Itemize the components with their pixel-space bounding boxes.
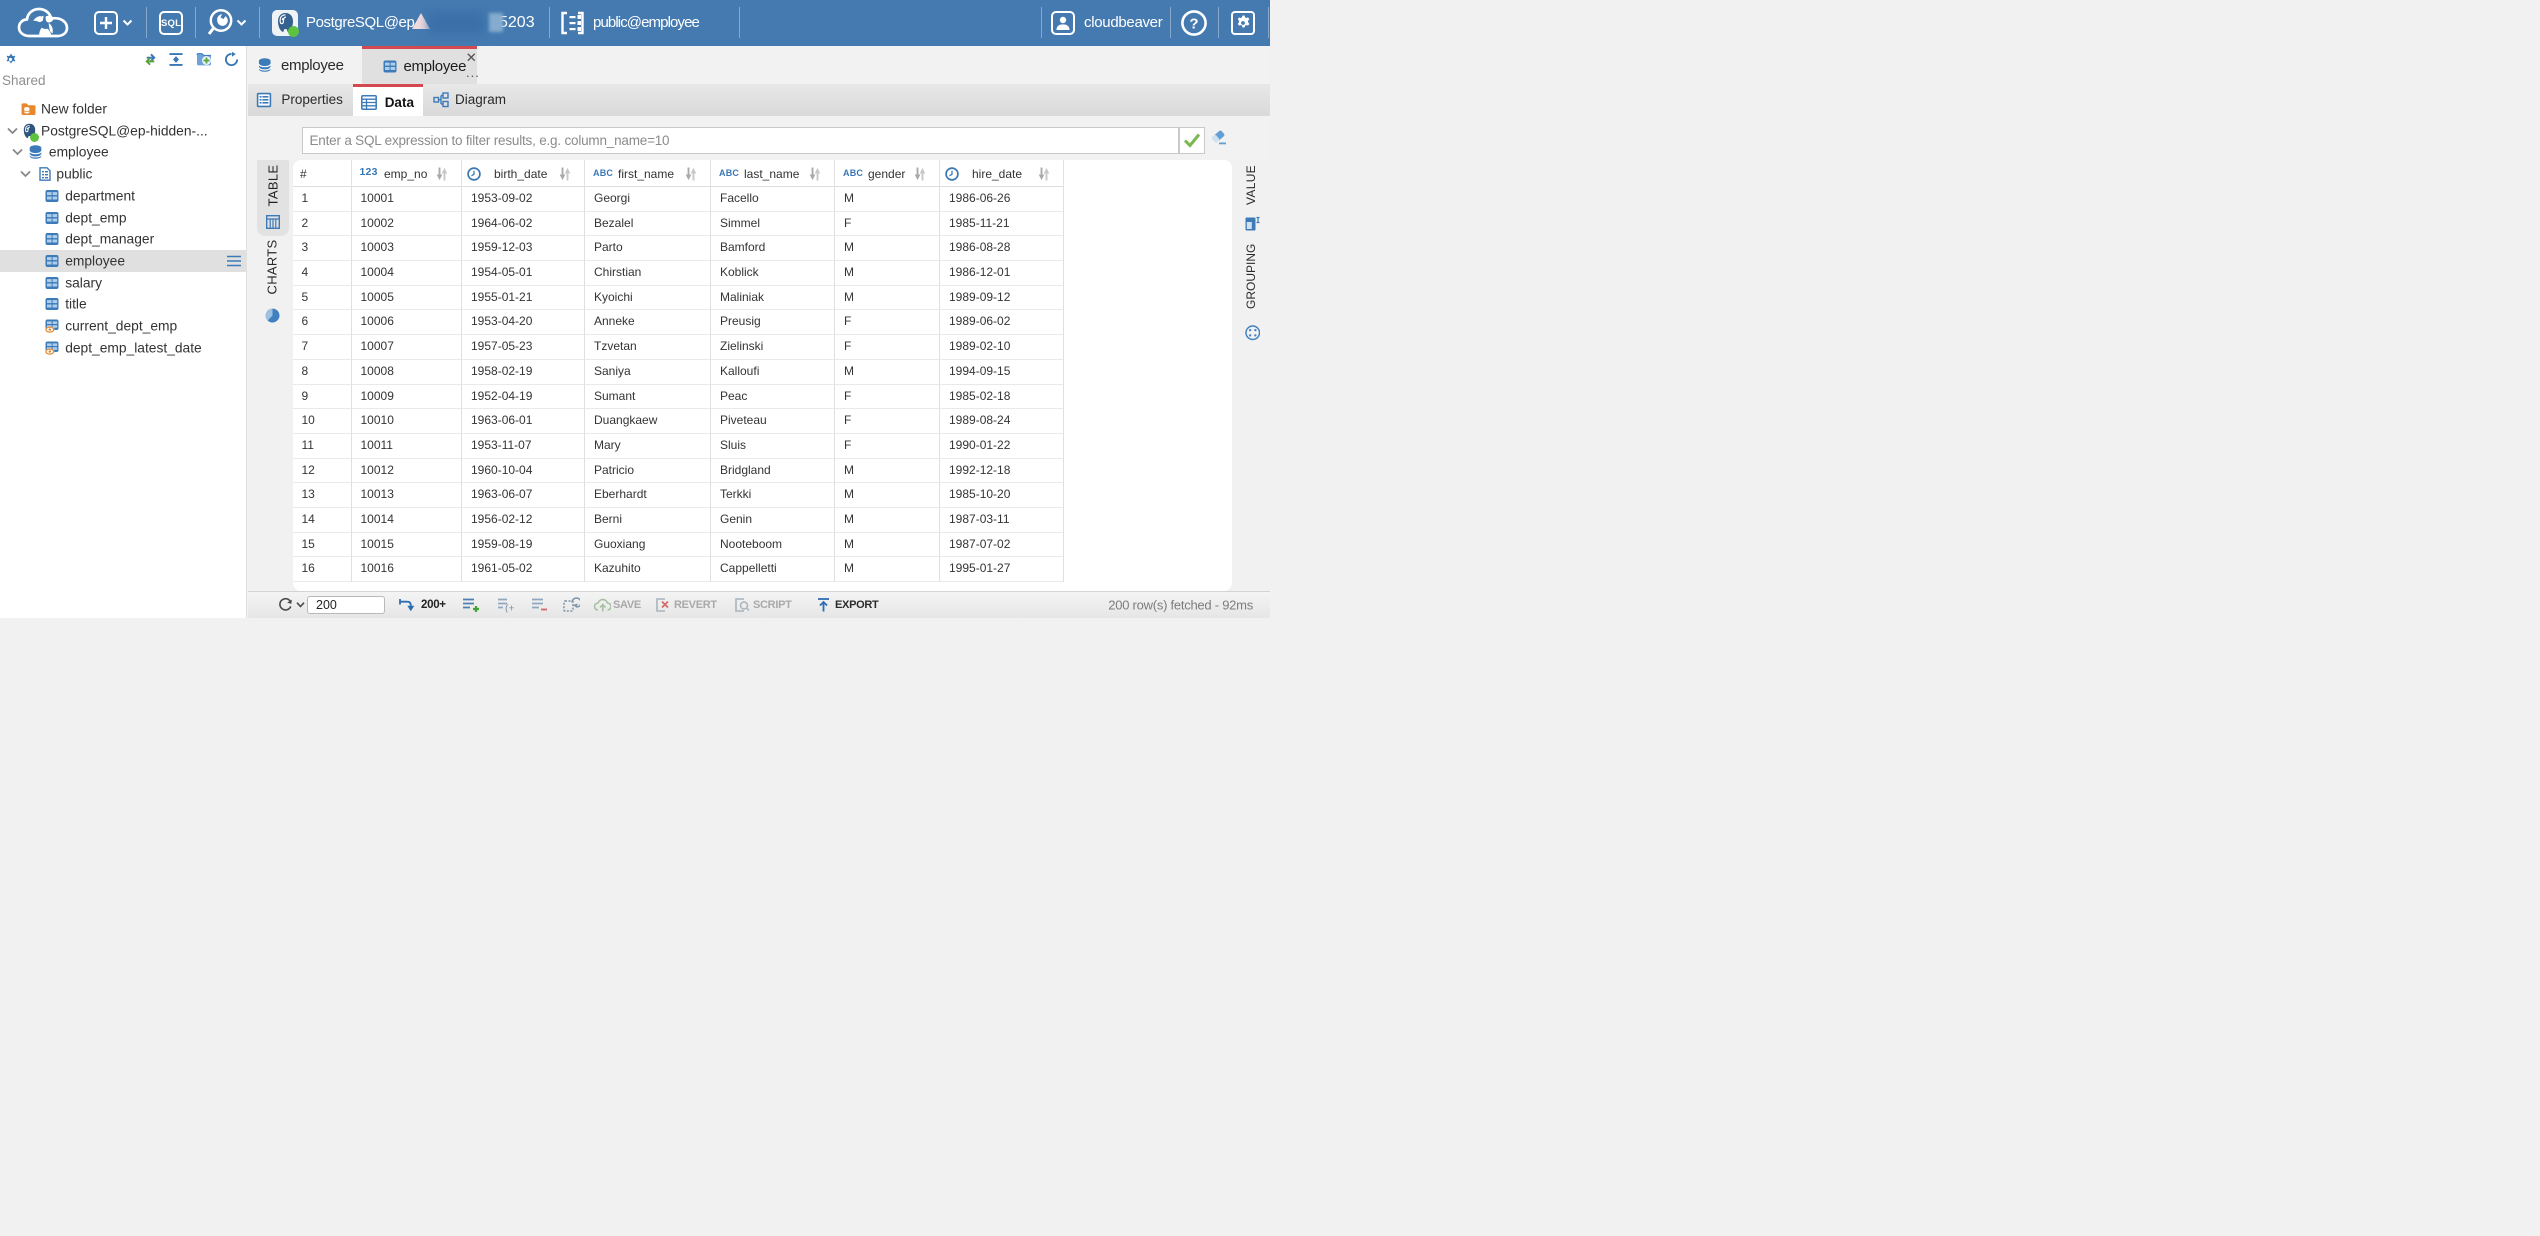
svg-text:?: ?: [1189, 16, 1198, 33]
svg-text:(+): (+): [505, 603, 515, 613]
